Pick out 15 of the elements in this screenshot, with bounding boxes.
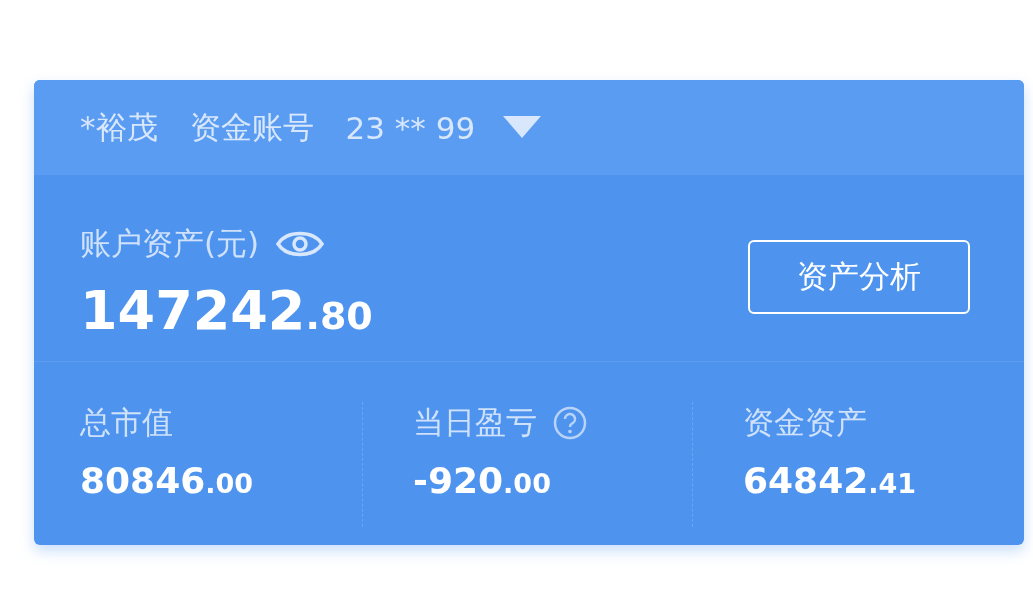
amount-value: 147242.80 <box>80 278 373 342</box>
account-name: *裕茂 <box>80 107 158 147</box>
analysis-button[interactable]: 资产分析 <box>748 240 970 314</box>
assets-label: 账户资产(元) <box>80 223 260 263</box>
account-bar[interactable]: *裕茂 资金账号 23 ** 99 <box>34 80 1024 175</box>
help-icon[interactable] <box>553 406 587 440</box>
stat-label: 当日盈亏 <box>413 403 537 442</box>
amount-value: 80846.00 <box>80 460 255 501</box>
dropdown-icon[interactable] <box>503 115 542 140</box>
amount-value: -920.00 <box>413 460 552 501</box>
stat-label: 总市值 <box>80 403 173 442</box>
account-label: 资金账号 <box>189 107 314 147</box>
account-number: 23 ** 99 <box>345 109 476 146</box>
amount-value: 64842.41 <box>743 460 918 501</box>
stat-label: 资金资产 <box>743 403 867 442</box>
